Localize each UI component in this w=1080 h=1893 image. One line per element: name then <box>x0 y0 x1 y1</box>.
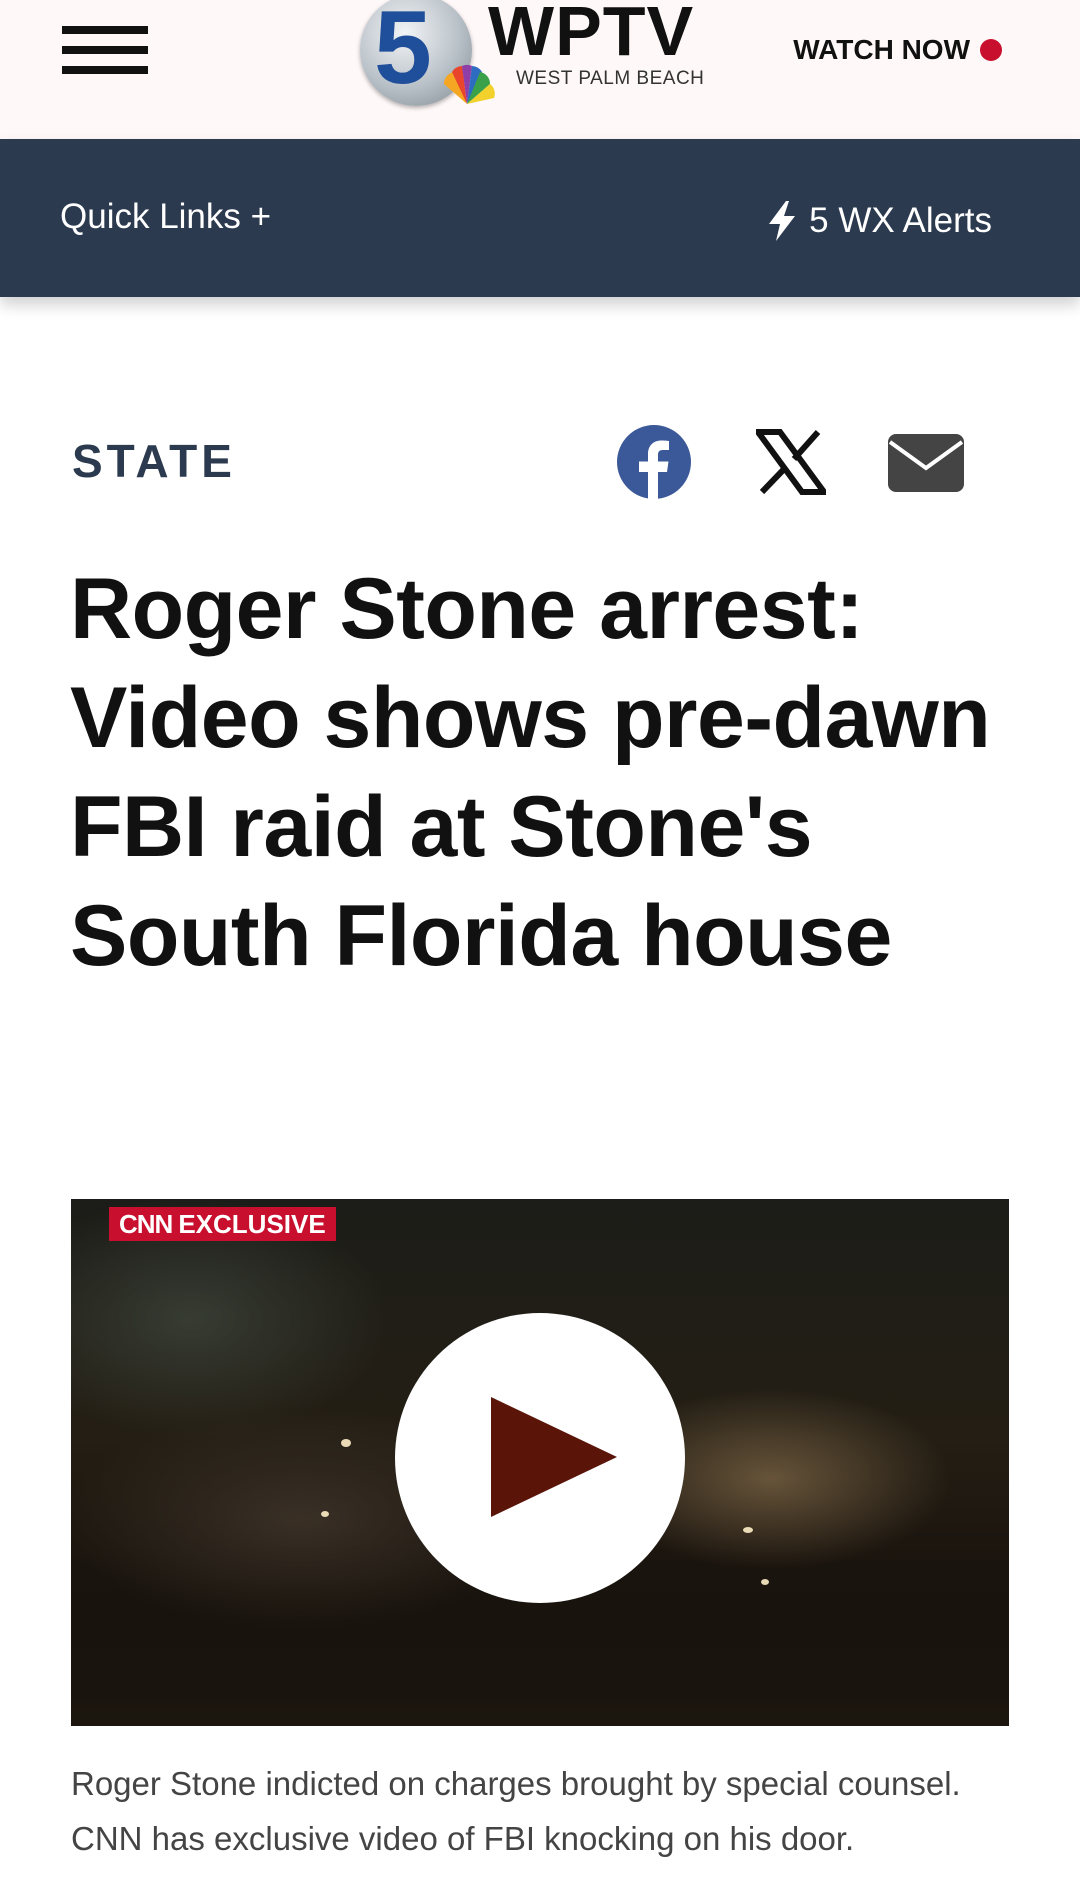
cnn-exclusive-badge: CNN EXCLUSIVE <box>109 1207 336 1241</box>
lightning-bolt-icon <box>769 201 796 241</box>
email-icon[interactable] <box>886 422 966 502</box>
wx-alerts-label: 5 WX Alerts <box>809 201 992 240</box>
site-header: 5 WPTV WEST PALM BEACH WATCH NOW <box>0 0 1080 139</box>
hamburger-menu-icon[interactable] <box>62 26 148 74</box>
facebook-icon[interactable] <box>616 422 692 502</box>
exclusive-label: EXCLUSIVE <box>178 1208 326 1239</box>
x-twitter-icon[interactable] <box>756 422 826 502</box>
video-thumbnail-light <box>761 1579 769 1585</box>
quick-links-button[interactable]: Quick Links + <box>60 197 271 237</box>
video-thumbnail-light <box>321 1511 329 1517</box>
section-label[interactable]: STATE <box>72 434 236 488</box>
play-button[interactable] <box>395 1313 685 1603</box>
logo-subtitle: WEST PALM BEACH <box>516 68 705 89</box>
wx-alerts-button[interactable]: 5 WX Alerts <box>767 201 992 241</box>
logo-channel-number: 5 <box>374 0 432 106</box>
cnn-logo: CNN <box>119 1208 173 1239</box>
wptv-logo[interactable]: 5 WPTV WEST PALM BEACH <box>360 0 730 110</box>
menu-line <box>62 26 148 34</box>
article-headline: Roger Stone arrest: Video shows pre-dawn… <box>70 561 991 984</box>
nbc-peacock-icon <box>443 64 495 104</box>
menu-line <box>62 46 148 54</box>
video-caption: Roger Stone indicted on charges brought … <box>71 1765 961 1857</box>
video-thumbnail-light <box>341 1439 351 1447</box>
watch-now-button[interactable]: WATCH NOW <box>793 34 1002 66</box>
play-icon <box>491 1397 617 1517</box>
video-player[interactable]: CNN EXCLUSIVE <box>71 1199 1009 1726</box>
watch-now-label: WATCH NOW <box>793 34 970 65</box>
logo-name: WPTV <box>488 0 695 70</box>
secondary-nav: Quick Links + 5 WX Alerts <box>0 139 1080 297</box>
menu-line <box>62 66 148 74</box>
video-thumbnail-light <box>743 1527 753 1533</box>
live-indicator-dot <box>980 39 1002 61</box>
